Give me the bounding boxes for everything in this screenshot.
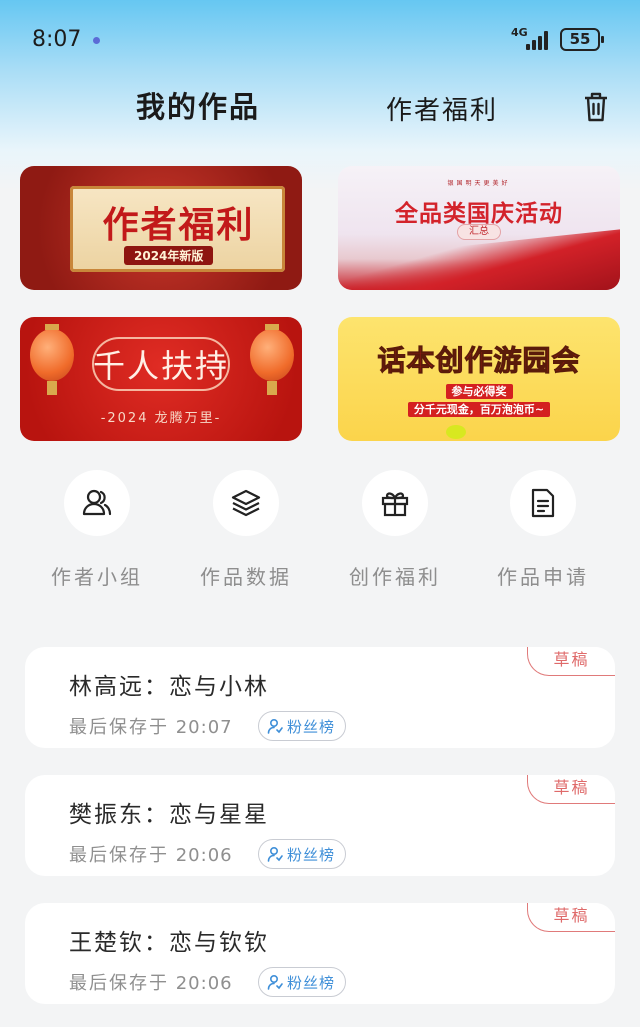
banner-creation-fair[interactable]: 话本创作游园会 参与必得奖 分千元现金，百万泡泡币~ [338,317,620,441]
tab-author-benefits[interactable]: 作者福利 [386,90,498,127]
lantern-icon [250,324,294,395]
user-icon [267,974,283,990]
user-icon [267,846,283,862]
banner-title: 全品类国庆活动 [395,201,563,227]
last-saved: 最后保存于 20:06 [69,841,233,867]
fans-rank-button[interactable]: 粉丝榜 [258,839,347,869]
quick-action-label[interactable]: 创作福利 [325,561,465,590]
fans-rank-button[interactable]: 粉丝榜 [258,967,347,997]
saved-label: 最后保存于 [69,717,169,738]
works-apply-button[interactable] [510,470,576,536]
author-group-button[interactable] [64,470,130,536]
last-saved: 最后保存于 20:07 [69,713,233,739]
document-icon [531,488,555,518]
status-bar: 8:07 4G 55 [0,0,640,80]
banner-line2: 分千元现金，百万泡泡币~ [407,402,551,417]
saved-label: 最后保存于 [69,973,169,994]
layers-icon [231,489,261,517]
banner-author-benefits[interactable]: 作者福利 2024年新版 [20,166,302,290]
status-badge: 草稿 [527,647,615,676]
notification-dot [93,37,100,44]
banner-subtitle: 汇总 [457,224,501,240]
user-icon [267,718,283,734]
saved-label: 最后保存于 [69,845,169,866]
lantern-icon [30,324,74,395]
banner-title: 话本创作游园会 [377,344,581,378]
mascot-icon [446,425,466,439]
saved-time: 20:06 [175,845,233,866]
work-card[interactable]: 樊振东：恋与星星 最后保存于 20:06 粉丝榜 草稿 [25,775,615,876]
quick-action-label[interactable]: 作品申请 [473,561,613,590]
banner-title: 千人扶持 [92,347,229,385]
status-badge: 草稿 [527,903,615,932]
banner-subtitle: -2024 龙腾万里- [100,411,222,426]
work-title: 王楚钦：恋与钦钦 [69,930,269,956]
status-badge: 草稿 [527,775,615,804]
last-saved: 最后保存于 20:06 [69,969,233,995]
banner-national-day[interactable]: 银国明天更美好 全品类国庆活动 汇总 [338,166,620,290]
saved-time: 20:06 [175,973,233,994]
works-data-button[interactable] [213,470,279,536]
trash-icon[interactable] [580,90,612,124]
fans-rank-button[interactable]: 粉丝榜 [258,711,347,741]
quick-action-label[interactable]: 作者小组 [27,561,167,590]
battery-icon: 55 [560,28,604,51]
banner-subtitle: 2024年新版 [124,246,214,265]
banner-line1: 参与必得奖 [445,384,513,399]
gift-icon [381,492,409,517]
banner-title: 作者福利 [102,205,255,246]
work-card[interactable]: 王楚钦：恋与钦钦 最后保存于 20:06 粉丝榜 草稿 [25,903,615,1004]
fans-label: 粉丝榜 [287,973,336,992]
quick-action-label[interactable]: 作品数据 [176,561,316,590]
work-title: 林高远：恋与小林 [69,674,269,700]
fans-label: 粉丝榜 [287,845,336,864]
banner-small-text: 银国明天更美好 [447,180,511,187]
work-card[interactable]: 林高远：恋与小林 最后保存于 20:07 粉丝榜 草稿 [25,647,615,748]
fans-label: 粉丝榜 [287,717,336,736]
banner-thousand-support[interactable]: 千人扶持 -2024 龙腾万里- [20,317,302,441]
group-icon [82,489,112,516]
tab-my-works[interactable]: 我的作品 [136,84,260,126]
work-title: 樊振东：恋与星星 [69,802,269,828]
creation-benefits-button[interactable] [362,470,428,536]
signal-icon [526,28,552,50]
status-time: 8:07 [32,27,82,52]
saved-time: 20:07 [175,717,233,738]
